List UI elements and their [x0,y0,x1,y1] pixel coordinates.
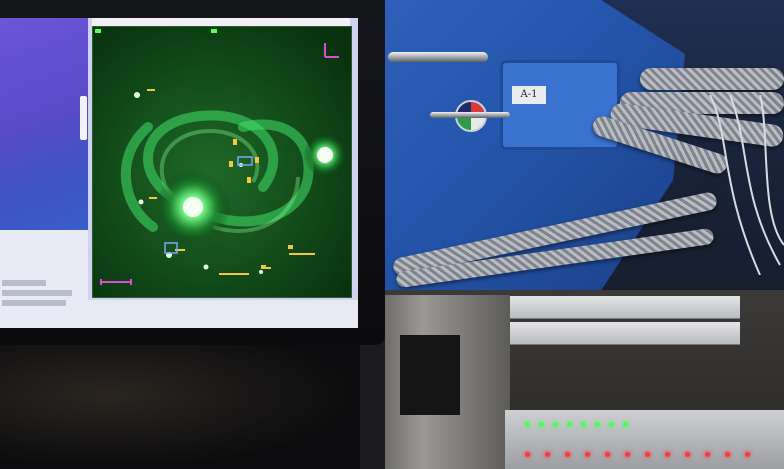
left-panel [0,18,88,328]
status-led-red [665,452,670,457]
rack-unit [510,322,740,345]
left-panel-row [2,290,72,296]
status-led-red [645,452,650,457]
left-panel-row [2,280,46,286]
photo-scene: A-1 [0,0,784,469]
left-panel-row [2,300,66,306]
status-led-red [565,452,570,457]
left-panel-visualization [0,18,88,230]
status-led-red [725,452,730,457]
status-led-red [705,452,710,457]
chrome-rod [388,52,488,62]
status-led-green [595,422,600,427]
chrome-rod [430,112,510,118]
status-led-red [685,452,690,457]
status-led-red [525,452,530,457]
rack-opening [400,335,460,415]
status-led-green [553,422,558,427]
status-led-green [581,422,586,427]
status-led-green [539,422,544,427]
status-led-red [625,452,630,457]
hardware-label-plate: A-1 [512,86,546,104]
galaxy-image [93,27,351,297]
braided-cable [640,68,784,90]
viewer-top-bar [92,18,350,26]
left-panel-scrollbar[interactable] [80,96,87,140]
rack-unit [510,296,740,319]
status-led-red [605,452,610,457]
thin-cables [709,95,784,275]
led-status-panel [505,410,784,469]
status-led-red [745,452,750,457]
status-led-red [585,452,590,457]
status-led-red [545,452,550,457]
monitor-dark-foreground [0,345,360,469]
viewer-status-area [88,300,358,328]
status-led-green [567,422,572,427]
status-led-green [609,422,614,427]
galaxy-image-viewer[interactable] [92,26,352,298]
status-led-green [623,422,628,427]
status-led-green [525,422,530,427]
monitor-screen [0,18,358,328]
